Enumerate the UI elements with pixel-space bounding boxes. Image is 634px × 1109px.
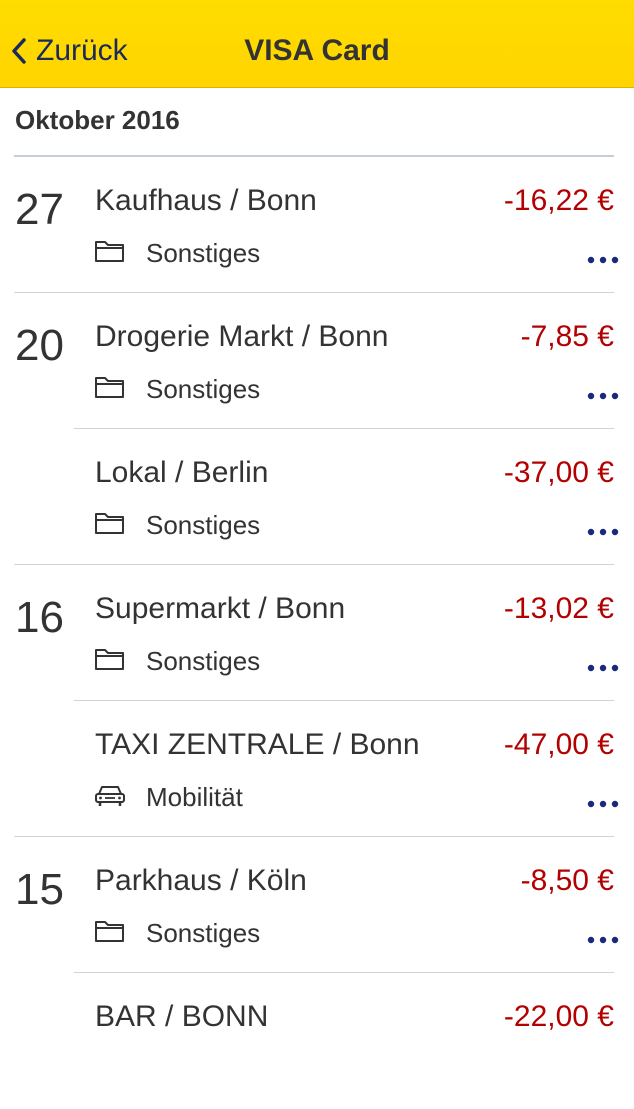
transaction-category: Sonstiges [146, 918, 261, 948]
transaction-merchant: TAXI ZENTRALE / Bonn [95, 728, 420, 761]
transaction-amount: -47,00 € [503, 728, 614, 761]
month-heading: Oktober 2016 [15, 105, 180, 135]
transaction-amount: -16,22 € [503, 184, 614, 217]
transaction-amount: -8,50 € [520, 864, 614, 897]
transaction-merchant: Lokal / Berlin [95, 456, 269, 489]
transaction-row[interactable]: 15 Parkhaus / Köln -8,50 € Sonstiges [0, 837, 634, 973]
more-options-button[interactable] [586, 663, 620, 673]
transaction-day: 15 [15, 865, 64, 914]
transaction-merchant: Supermarkt / Bonn [95, 592, 346, 625]
more-options-button[interactable] [586, 527, 620, 537]
transaction-merchant: Parkhaus / Köln [95, 864, 307, 897]
transaction-day: 20 [15, 321, 64, 370]
more-options-button[interactable] [586, 255, 620, 265]
page-title: VISA Card [244, 34, 390, 67]
transaction-row[interactable]: BAR / BONN -22,00 € [0, 973, 634, 1109]
app-header: Zurück VISA Card [0, 0, 634, 88]
transaction-row[interactable]: 27 Kaufhaus / Bonn -16,22 € Sonstiges [0, 157, 634, 293]
transaction-day: 16 [15, 593, 64, 642]
transaction-list: 27 Kaufhaus / Bonn -16,22 € Sonstiges 20… [0, 157, 634, 1109]
transaction-day: 27 [15, 185, 64, 234]
folder-icon [94, 239, 126, 263]
folder-icon [94, 511, 126, 535]
transaction-category: Sonstiges [146, 238, 261, 268]
transaction-category: Sonstiges [146, 510, 261, 540]
transaction-amount: -22,00 € [503, 1000, 614, 1033]
transaction-amount: -13,02 € [503, 592, 614, 625]
transaction-row[interactable]: 16 Supermarkt / Bonn -13,02 € Sonstiges [0, 565, 634, 701]
more-options-button[interactable] [586, 799, 620, 809]
transaction-amount: -7,85 € [520, 320, 614, 353]
folder-icon [94, 375, 126, 399]
folder-icon [94, 647, 126, 671]
transaction-merchant: Drogerie Markt / Bonn [95, 320, 389, 353]
transaction-merchant: BAR / BONN [95, 1000, 269, 1033]
transaction-row[interactable]: 20 Drogerie Markt / Bonn -7,85 € Sonstig… [0, 293, 634, 429]
transaction-row[interactable]: TAXI ZENTRALE / Bonn -47,00 € Mobilität [0, 701, 634, 837]
more-options-button[interactable] [586, 391, 620, 401]
transaction-category: Sonstiges [146, 374, 261, 404]
transaction-category: Mobilität [146, 782, 243, 812]
more-options-button[interactable] [586, 935, 620, 945]
transaction-row[interactable]: Lokal / Berlin -37,00 € Sonstiges [0, 429, 634, 565]
car-icon [94, 783, 126, 807]
transaction-merchant: Kaufhaus / Bonn [95, 184, 317, 217]
transaction-category: Sonstiges [146, 646, 261, 676]
folder-icon [94, 919, 126, 943]
transaction-amount: -37,00 € [503, 456, 614, 489]
